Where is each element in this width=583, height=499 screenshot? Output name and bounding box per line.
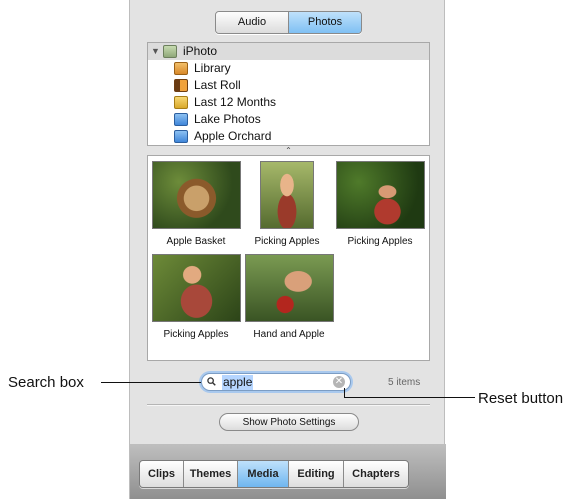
album-icon (174, 130, 188, 143)
album-icon (174, 113, 188, 126)
media-pane: Audio Photos ▼ iPhoto Library Last Roll … (129, 0, 446, 499)
source-item-label: iPhoto (183, 44, 218, 58)
source-item-label: Apple Orchard (194, 129, 272, 143)
pane-tab-bar: Clips Themes Media Editing Chapters (130, 444, 446, 499)
photo-caption: Picking Apples (163, 329, 229, 340)
divider (147, 404, 430, 406)
photo-caption: Hand and Apple (253, 329, 325, 340)
source-item-last-12-months[interactable]: Last 12 Months (148, 94, 429, 111)
tab-themes[interactable]: Themes (183, 461, 237, 487)
disclosure-triangle-icon[interactable]: ▼ (151, 43, 163, 60)
tab-chapters[interactable]: Chapters (343, 461, 408, 487)
reset-button[interactable]: ✕ (333, 376, 345, 388)
pane-tabs: Clips Themes Media Editing Chapters (139, 460, 409, 488)
tab-media[interactable]: Media (237, 461, 288, 487)
photo-caption: Picking Apples (347, 236, 413, 247)
photo-caption: Apple Basket (166, 236, 226, 247)
callout-search-box: Search box (8, 374, 84, 391)
source-item-iphoto[interactable]: ▼ iPhoto (148, 43, 429, 60)
tab-clips[interactable]: Clips (140, 461, 183, 487)
audio-button[interactable]: Audio (216, 12, 288, 33)
source-list: ▼ iPhoto Library Last Roll Last 12 Month… (147, 42, 430, 146)
source-item-label: Last 12 Months (194, 95, 277, 109)
source-item-label: Library (194, 61, 231, 75)
search-text[interactable]: apple (222, 375, 254, 390)
photo-caption: Picking Apples (254, 236, 320, 247)
calendar-icon (174, 96, 188, 109)
photo-browser: Apple Basket Picking Apples Picking Appl… (147, 155, 430, 361)
source-item-label: Lake Photos (194, 112, 261, 126)
callout-line (344, 388, 345, 398)
item-count: 5 items (388, 377, 421, 388)
photo-thumbnail[interactable] (335, 161, 425, 229)
callout-line (101, 382, 201, 383)
search-box[interactable]: apple ✕ (201, 373, 351, 391)
tab-editing[interactable]: Editing (288, 461, 343, 487)
photo-thumbnail[interactable] (151, 161, 241, 229)
pane-splitter-handle[interactable]: ⌃ (147, 146, 430, 155)
source-item-apple-orchard[interactable]: Apple Orchard (148, 128, 429, 145)
photo-item[interactable]: Hand and Apple (243, 254, 335, 340)
iphoto-icon (163, 45, 177, 58)
source-item-label: Last Roll (194, 78, 241, 92)
photo-thumbnail[interactable] (151, 254, 241, 322)
photo-item[interactable]: Apple Basket (150, 161, 242, 247)
photo-item[interactable]: Picking Apples (150, 254, 242, 340)
last-roll-icon (174, 79, 188, 92)
source-item-library[interactable]: Library (148, 60, 429, 77)
library-icon (174, 62, 188, 75)
callout-line (345, 397, 475, 398)
photo-item[interactable]: Picking Apples (334, 161, 426, 247)
photo-thumbnail[interactable] (244, 254, 334, 322)
callout-reset-button: Reset button (478, 390, 564, 407)
search-icon (207, 377, 216, 386)
photo-item[interactable]: Picking Apples (241, 161, 333, 247)
source-item-lake-photos[interactable]: Lake Photos (148, 111, 429, 128)
photos-button[interactable]: Photos (288, 12, 361, 33)
media-type-switch: Audio Photos (215, 11, 362, 34)
photo-thumbnail[interactable] (260, 161, 314, 229)
source-item-last-roll[interactable]: Last Roll (148, 77, 429, 94)
show-photo-settings-button[interactable]: Show Photo Settings (219, 413, 359, 431)
